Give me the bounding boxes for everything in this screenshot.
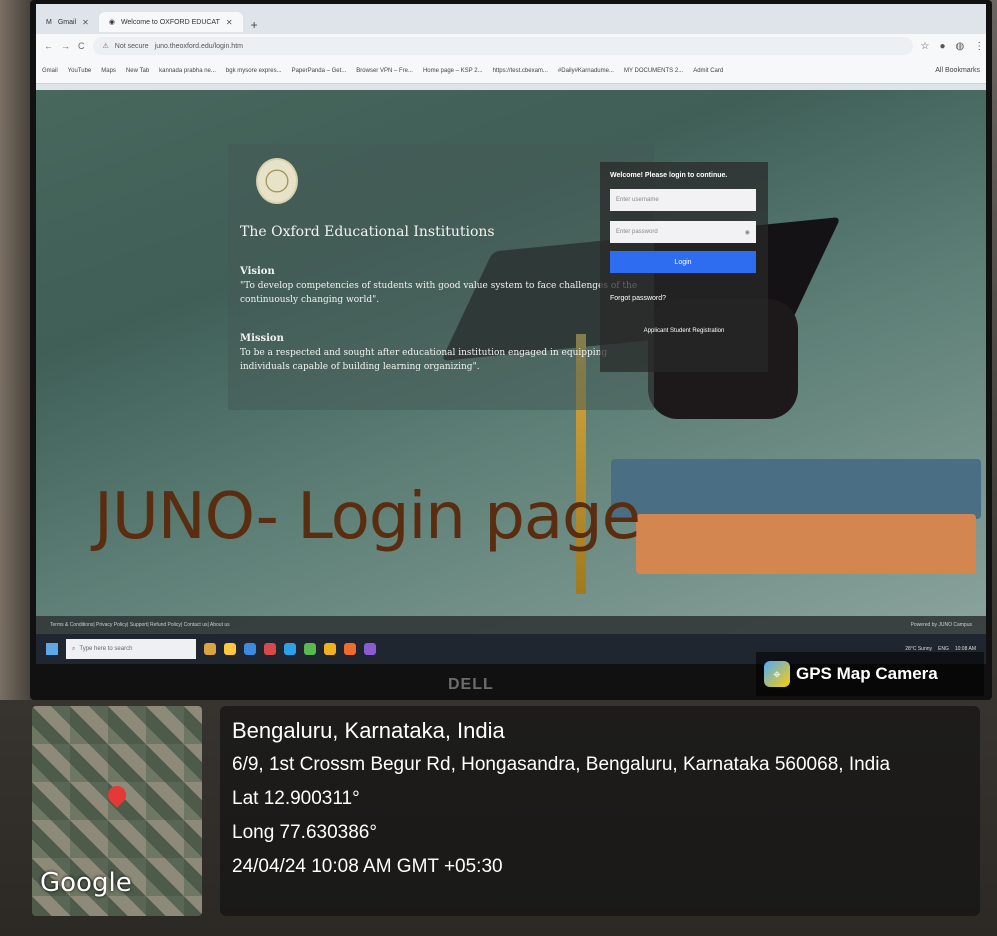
app-icon[interactable] bbox=[304, 643, 316, 655]
username-placeholder: Enter username bbox=[616, 197, 659, 203]
edge-icon[interactable] bbox=[284, 643, 296, 655]
extension-icon[interactable]: ● bbox=[939, 41, 945, 52]
password-input[interactable]: Enter password ◉ bbox=[610, 221, 756, 243]
new-tab-button[interactable]: + bbox=[243, 18, 266, 32]
task-view-icon[interactable] bbox=[204, 643, 216, 655]
bookmark-item[interactable]: YouTube bbox=[68, 68, 92, 74]
institution-logo bbox=[256, 158, 298, 204]
footer-links[interactable]: Terms & Conditions| Privacy Policy| Supp… bbox=[50, 622, 230, 628]
tab-gmail[interactable]: M Gmail ✕ bbox=[36, 12, 99, 32]
bookmark-item[interactable]: #Daily#Karnadume... bbox=[558, 68, 614, 74]
screen: M Gmail ✕ ◉ Welcome to OXFORD EDUCAT ✕ +… bbox=[36, 4, 986, 664]
gps-badge-label: GPS Map Camera bbox=[796, 664, 938, 683]
browser-chrome: M Gmail ✕ ◉ Welcome to OXFORD EDUCAT ✕ +… bbox=[36, 4, 986, 90]
warning-icon: ⚠ bbox=[102, 43, 109, 50]
close-icon[interactable]: ✕ bbox=[226, 18, 233, 27]
student-registration-link[interactable]: Applicant Student Registration bbox=[610, 328, 758, 334]
mission-text: To be a respected and sought after educa… bbox=[240, 348, 608, 372]
forward-icon[interactable]: → bbox=[61, 41, 70, 51]
bookmark-item[interactable]: Browser VPN – Fre... bbox=[356, 68, 413, 74]
mission-heading: Mission bbox=[240, 333, 284, 344]
profile-icon[interactable]: ◍ bbox=[956, 41, 965, 52]
back-icon[interactable]: ← bbox=[44, 41, 53, 51]
address-row: ← → C ⚠ Not secure juno.theoxford.edu/lo… bbox=[36, 34, 986, 58]
bookmark-item[interactable]: kannada prabha ne... bbox=[159, 68, 216, 74]
gps-badge: ⌖ GPS Map Camera bbox=[756, 652, 984, 696]
bookmark-item[interactable]: https://test.cbexam... bbox=[493, 68, 548, 74]
gps-info-overlay: Bengaluru, Karnataka, India 6/9, 1st Cro… bbox=[220, 706, 980, 916]
bookmark-item[interactable]: MY DOCUMENTS 2... bbox=[624, 68, 683, 74]
star-icon[interactable]: ☆ bbox=[921, 41, 930, 52]
bookmark-item[interactable]: Gmail bbox=[42, 68, 58, 74]
file-explorer-icon[interactable] bbox=[224, 643, 236, 655]
bookmark-item[interactable]: Maps bbox=[101, 68, 116, 74]
url-text[interactable]: juno.theoxford.edu/login.htm bbox=[155, 43, 243, 50]
gps-camera-icon: ⌖ bbox=[764, 661, 790, 687]
taskbar-search[interactable]: ⌕ Type here to search bbox=[66, 639, 196, 659]
reload-icon[interactable]: C bbox=[78, 41, 85, 51]
menu-icon[interactable]: ⋮ bbox=[974, 41, 984, 52]
forgot-password-link[interactable]: Forgot password? bbox=[610, 295, 758, 302]
tab-oxford[interactable]: ◉ Welcome to OXFORD EDUCAT ✕ bbox=[98, 12, 243, 32]
chrome-icon[interactable] bbox=[324, 643, 336, 655]
bookmark-item[interactable]: Admit Card bbox=[693, 68, 723, 74]
map-provider: Google bbox=[40, 868, 132, 898]
app-icon[interactable] bbox=[264, 643, 276, 655]
book bbox=[611, 459, 981, 519]
windows-start-icon[interactable] bbox=[46, 643, 58, 655]
close-icon[interactable]: ✕ bbox=[82, 18, 89, 27]
vision-text: "To develop competencies of students wit… bbox=[240, 281, 638, 305]
app-icon[interactable] bbox=[364, 643, 376, 655]
gmail-icon: M bbox=[46, 18, 52, 26]
search-icon: ⌕ bbox=[72, 645, 76, 652]
tab-label: Welcome to OXFORD EDUCAT bbox=[120, 18, 220, 26]
powered-by: Powered by JUNO Campus bbox=[910, 622, 972, 628]
tab-label: Gmail bbox=[57, 18, 77, 26]
store-icon[interactable] bbox=[244, 643, 256, 655]
login-title: Welcome! Please login to continue. bbox=[610, 172, 728, 179]
gps-city: Bengaluru, Karnataka, India bbox=[232, 718, 505, 743]
login-button[interactable]: Login bbox=[610, 251, 756, 273]
institution-panel: The Oxford Educational Institutions Visi… bbox=[228, 144, 654, 410]
site-icon: ◉ bbox=[108, 19, 115, 26]
bookmark-item[interactable]: PaperPanda – Get... bbox=[292, 68, 347, 74]
institution-name: The Oxford Educational Institutions bbox=[240, 224, 495, 240]
all-bookmarks[interactable]: All Bookmarks bbox=[935, 67, 980, 74]
security-label[interactable]: Not secure bbox=[115, 43, 149, 50]
login-page: The Oxford Educational Institutions Visi… bbox=[36, 84, 986, 614]
vision-heading: Vision bbox=[240, 266, 275, 277]
password-placeholder: Enter password bbox=[616, 229, 658, 235]
monitor-brand: DELL bbox=[448, 676, 494, 693]
bookmark-item[interactable]: Home page – KSP 2... bbox=[423, 68, 483, 74]
firefox-icon[interactable] bbox=[344, 643, 356, 655]
page-footer: Terms & Conditions| Privacy Policy| Supp… bbox=[36, 616, 986, 634]
bookmark-item[interactable]: New Tab bbox=[126, 68, 149, 74]
login-form: Welcome! Please login to continue. Enter… bbox=[600, 162, 768, 372]
username-input[interactable]: Enter username bbox=[610, 189, 756, 211]
page-banner: JUNO- Login page bbox=[94, 480, 641, 554]
search-placeholder: Type here to search bbox=[79, 646, 133, 652]
gps-longitude: Long 77.630386° bbox=[232, 822, 377, 843]
gps-datetime: 24/04/24 10:08 AM GMT +05:30 bbox=[232, 856, 503, 877]
gps-address: 6/9, 1st Crossm Begur Rd, Hongasandra, B… bbox=[232, 754, 891, 775]
bookmark-item[interactable]: bgk mysore expres... bbox=[226, 68, 282, 74]
book bbox=[636, 514, 976, 574]
address-bar[interactable]: ⚠ Not secure juno.theoxford.edu/login.ht… bbox=[92, 37, 913, 55]
bookmarks-bar: Gmail YouTube Maps New Tab kannada prabh… bbox=[36, 58, 986, 84]
tab-strip: M Gmail ✕ ◉ Welcome to OXFORD EDUCAT ✕ + bbox=[36, 10, 266, 32]
gps-latitude: Lat 12.900311° bbox=[232, 788, 360, 809]
eye-icon[interactable]: ◉ bbox=[745, 229, 750, 236]
